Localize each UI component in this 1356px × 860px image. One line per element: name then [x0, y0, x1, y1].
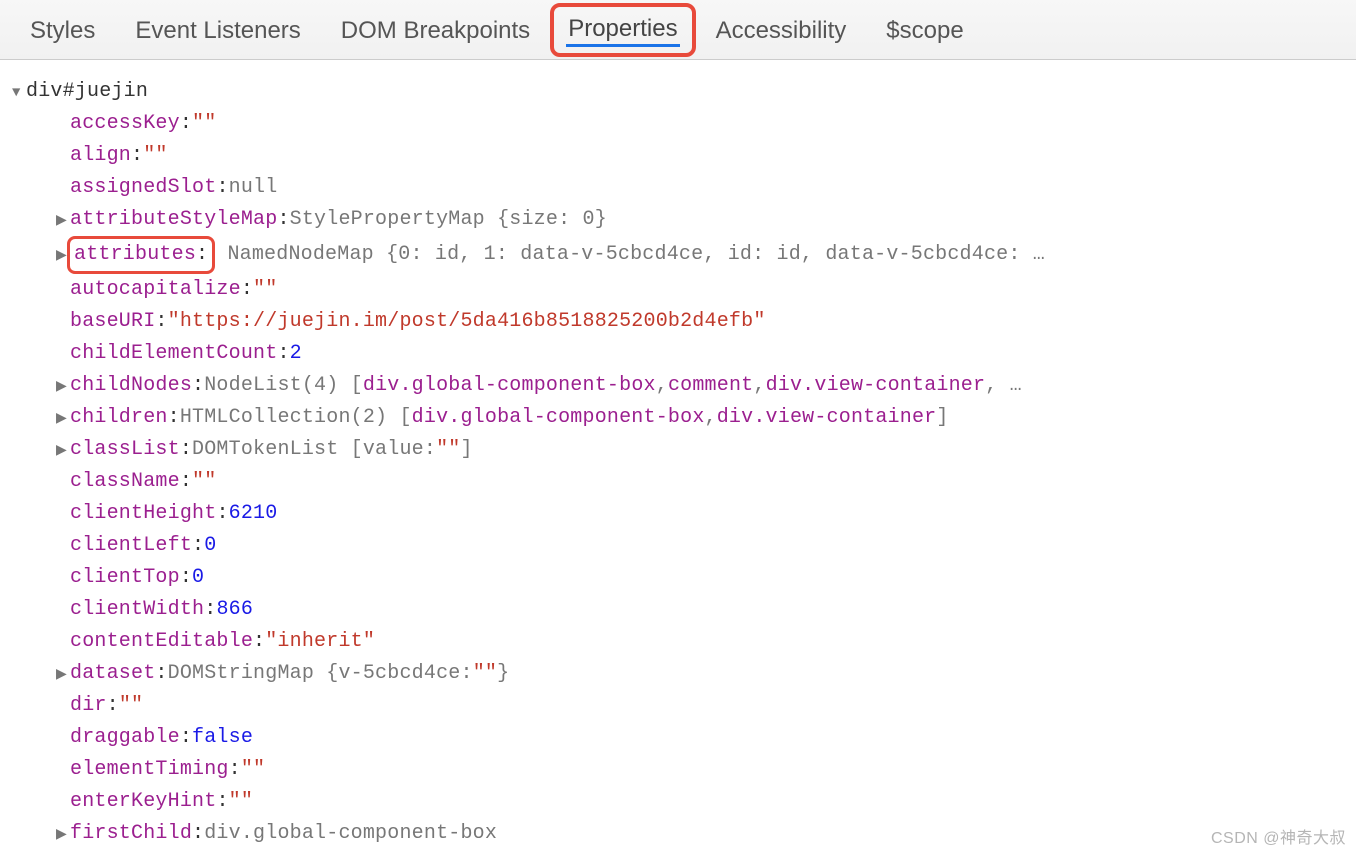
chevron-right-icon[interactable]: [56, 376, 70, 398]
tab-dom-breakpoints[interactable]: DOM Breakpoints: [321, 3, 550, 57]
tab-styles[interactable]: Styles: [10, 3, 115, 57]
prop-align[interactable]: align: "": [26, 140, 1346, 172]
highlight-attributes: attributes:: [67, 236, 215, 274]
chevron-right-icon[interactable]: [56, 664, 70, 686]
tab-accessibility[interactable]: Accessibility: [696, 3, 867, 57]
object-header[interactable]: div#juejin: [26, 76, 1346, 108]
prop-dir[interactable]: dir: "": [26, 690, 1346, 722]
chevron-right-icon[interactable]: [56, 824, 70, 846]
prop-childNodes[interactable]: childNodes: NodeList(4) [ div.global-com…: [26, 370, 1346, 402]
properties-panel: div#juejin accessKey: "" align: "" assig…: [0, 60, 1356, 860]
prop-dataset[interactable]: dataset: DOMStringMap {v-5cbcd4ce: "" }: [26, 658, 1346, 690]
prop-enterKeyHint[interactable]: enterKeyHint: "": [26, 786, 1346, 818]
chevron-down-icon[interactable]: [12, 82, 26, 104]
prop-elementTiming[interactable]: elementTiming: "": [26, 754, 1346, 786]
tab-properties[interactable]: Properties: [550, 3, 695, 57]
prop-className[interactable]: className: "": [26, 466, 1346, 498]
prop-clientHeight[interactable]: clientHeight: 6210: [26, 498, 1346, 530]
prop-baseURI[interactable]: baseURI: "https://juejin.im/post/5da416b…: [26, 306, 1346, 338]
prop-draggable[interactable]: draggable: false: [26, 722, 1346, 754]
chevron-right-icon[interactable]: [56, 440, 70, 462]
prop-childElementCount[interactable]: childElementCount: 2: [26, 338, 1346, 370]
devtools-tabbar: Styles Event Listeners DOM Breakpoints P…: [0, 0, 1356, 60]
prop-accessKey[interactable]: accessKey: "": [26, 108, 1346, 140]
prop-firstChild[interactable]: firstChild: div.global-component-box: [26, 818, 1346, 850]
prop-clientTop[interactable]: clientTop: 0: [26, 562, 1346, 594]
tab-scope[interactable]: $scope: [866, 3, 983, 57]
prop-autocapitalize[interactable]: autocapitalize: "": [26, 274, 1346, 306]
prop-clientLeft[interactable]: clientLeft: 0: [26, 530, 1346, 562]
object-name: div#juejin: [26, 76, 148, 108]
chevron-right-icon[interactable]: [56, 408, 70, 430]
prop-children[interactable]: children: HTMLCollection(2) [ div.global…: [26, 402, 1346, 434]
chevron-right-icon[interactable]: [56, 210, 70, 232]
watermark: CSDN @神奇大叔: [1211, 824, 1346, 848]
tab-event-listeners[interactable]: Event Listeners: [115, 3, 320, 57]
prop-assignedSlot[interactable]: assignedSlot: null: [26, 172, 1346, 204]
prop-attributeStyleMap[interactable]: attributeStyleMap: StylePropertyMap {siz…: [26, 204, 1346, 236]
prop-contentEditable[interactable]: contentEditable: "inherit": [26, 626, 1346, 658]
prop-attributes[interactable]: attributes: NamedNodeMap {0: id, 1: data…: [26, 236, 1346, 274]
prop-classList[interactable]: classList: DOMTokenList [value: "" ]: [26, 434, 1346, 466]
prop-clientWidth[interactable]: clientWidth: 866: [26, 594, 1346, 626]
